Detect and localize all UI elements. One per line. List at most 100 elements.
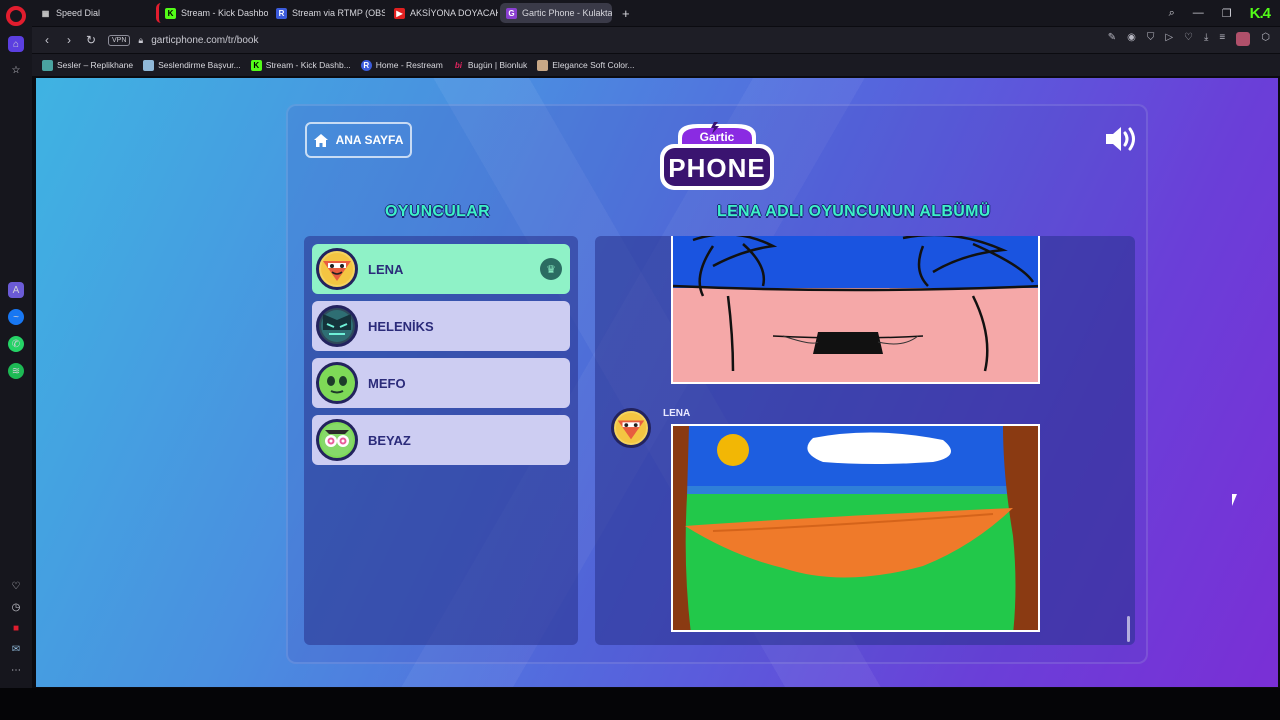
bookmark-favicon (537, 59, 549, 71)
profile-avatar[interactable] (1236, 32, 1251, 46)
player-name: BEYAZ (368, 432, 411, 448)
home-icon[interactable]: ⌂ (8, 36, 24, 52)
tab-label: Gartic Phone - Kulaktan K (522, 8, 612, 18)
drawing-palm-trees (673, 236, 1038, 372)
whatsapp-icon[interactable]: ✆ (8, 336, 24, 352)
heart-icon[interactable]: ♡ (8, 578, 24, 594)
pinboard-icon[interactable]: ■ (8, 620, 24, 636)
bookmark-favicon (42, 59, 53, 71)
history-icon[interactable]: ◷ (8, 599, 24, 615)
forward-icon[interactable]: › (58, 33, 80, 47)
gartic-phone-logo: Gartic PHONE (660, 122, 774, 190)
lock-icon[interactable]: 🔒︎ (138, 35, 143, 46)
players-heading: OYUNCULAR (385, 203, 490, 220)
gartic-icon: G (506, 7, 517, 19)
player-row-beyaz[interactable]: BEYAZ (312, 415, 570, 465)
player-row-lena[interactable]: LENA ♛ (312, 244, 570, 294)
search-tabs-icon[interactable]: ⌕ (1169, 7, 1175, 20)
bookmark-label: Bugün | Bionluk (467, 60, 528, 70)
album-scrollbar[interactable] (1127, 616, 1130, 642)
minimize-icon[interactable]: — (1193, 7, 1204, 19)
logo-top-text: Gartic (700, 130, 735, 144)
more-icon[interactable]: ⋯ (8, 662, 24, 678)
tab-restream-rtmp[interactable]: R Stream via RTMP (OBS, Vi (270, 3, 385, 23)
bookmark-label: Stream - Kick Dashb... (265, 60, 351, 70)
bookmark-label: Elegance Soft Color... (552, 60, 635, 70)
album-panel: LENA (595, 236, 1135, 645)
tab-youtube-video[interactable]: ▶ AKSİYONA DOYACAKSINIZ (388, 3, 498, 23)
volume-icon[interactable] (1104, 126, 1138, 152)
gartic-page: ANA SAYFA Gartic PHONE OYUNCULAR LENA AD… (36, 78, 1278, 687)
bookmark-item[interactable]: Elegance Soft Color... (537, 59, 635, 71)
player-name: LENA (368, 261, 404, 277)
browser-tab-bar: ▦ Speed Dial K Stream - Kick Dashboard R… (0, 0, 1280, 26)
player-name: MEFO (368, 375, 406, 391)
extensions-icon[interactable]: ⬡ (1261, 32, 1270, 46)
maximize-icon[interactable]: ❐ (1222, 7, 1232, 20)
player-row-heleniks[interactable]: HELENİKS (312, 301, 570, 351)
extension-icon[interactable]: ✉ (8, 641, 24, 657)
camera-icon[interactable]: ◉ (1127, 32, 1136, 46)
speed-dial-icon: ▦ (41, 8, 50, 18)
players-list: LENA ♛ HELENİKS MEFO BEYAZ (304, 236, 578, 645)
heart-icon[interactable]: ♡ (1184, 32, 1193, 46)
crown-icon: ♛ (540, 258, 562, 280)
drawing-hammock (673, 426, 1038, 630)
new-tab-button[interactable]: + (616, 3, 634, 23)
bookmarks-bar: Sesler – Replikhane Seslendirme Başvur..… (32, 54, 1280, 76)
player-row-mefo[interactable]: MEFO (312, 358, 570, 408)
youtube-icon: ▶ (394, 7, 405, 19)
taskbar-strip (0, 688, 1280, 720)
bookmark-label: Sesler – Replikhane (57, 60, 134, 70)
download-icon[interactable]: ⤓ (1204, 32, 1208, 46)
back-icon[interactable]: ‹ (36, 33, 58, 47)
avatar (316, 305, 358, 347)
album-author-name: LENA (663, 408, 691, 419)
album-author-avatar (611, 408, 651, 448)
bookmark-item[interactable]: Sesler – Replikhane (42, 59, 134, 71)
edit-icon[interactable]: ✎ (1108, 32, 1116, 46)
kick-icon: K (165, 7, 176, 19)
tab-kick-dashboard[interactable]: K Stream - Kick Dashboard (156, 3, 268, 23)
spotify-icon[interactable]: ≋ (8, 363, 24, 379)
play-icon[interactable]: ▷ (1165, 32, 1173, 46)
tab-label: AKSİYONA DOYACAKSINIZ (410, 8, 498, 18)
mouse-cursor-icon (1232, 494, 1237, 506)
tab-label: Stream via RTMP (OBS, Vi (292, 8, 385, 18)
bookmark-item[interactable]: Seslendirme Başvur... (143, 59, 241, 71)
tab-speed-dial[interactable]: ▦ Speed Dial (34, 3, 146, 23)
restream-icon: R (276, 7, 287, 19)
drawing-card (671, 424, 1040, 632)
bookmark-favicon (143, 59, 155, 71)
bookmark-label: Seslendirme Başvur... (158, 60, 241, 70)
tab-label: Speed Dial (56, 8, 101, 18)
browser-sidebar: ⌂ ☆ A ~ ✆ ≋ ♡ ◷ ■ ✉ ⋯ (0, 26, 32, 688)
opera-logo-icon[interactable] (6, 6, 26, 26)
bookmark-label: Home - Restream (375, 60, 443, 70)
messenger-icon[interactable]: ~ (8, 309, 24, 325)
vpn-badge[interactable]: VPN (108, 34, 131, 46)
bookmark-item[interactable]: K Stream - Kick Dashb... (250, 59, 351, 71)
avatar (316, 362, 358, 404)
star-icon[interactable]: ☆ (8, 62, 24, 78)
bionluk-icon: bi (454, 60, 462, 70)
player-name: HELENİKS (368, 318, 434, 334)
kick-overlay-logo: K.4 (1249, 4, 1271, 22)
menu-icon[interactable]: ≡ (1219, 32, 1225, 46)
drawing-card (671, 236, 1040, 384)
aria-icon[interactable]: A (8, 282, 24, 298)
logo-bottom-text: PHONE (668, 153, 765, 183)
url-field[interactable]: garticphone.com/tr/book (151, 35, 258, 46)
address-bar: ‹ › ↻ VPN 🔒︎ garticphone.com/tr/book ✎ ◉… (32, 27, 1280, 53)
album-heading: LENA ADLI OYUNCUNUN ALBÜMÜ (717, 203, 991, 220)
bookmark-item[interactable]: R Home - Restream (360, 59, 443, 71)
reload-icon[interactable]: ↻ (80, 33, 102, 47)
tab-gartic-phone[interactable]: G Gartic Phone - Kulaktan K (500, 3, 612, 23)
home-button[interactable]: ANA SAYFA (305, 122, 412, 158)
tab-label: Stream - Kick Dashboard (181, 8, 268, 18)
restream-icon: R (360, 59, 372, 71)
house-icon (313, 133, 328, 147)
shield-icon[interactable]: ⛉ (1147, 32, 1155, 46)
kick-icon: K (250, 59, 262, 71)
bookmark-item[interactable]: bi Bugün | Bionluk (453, 60, 527, 71)
